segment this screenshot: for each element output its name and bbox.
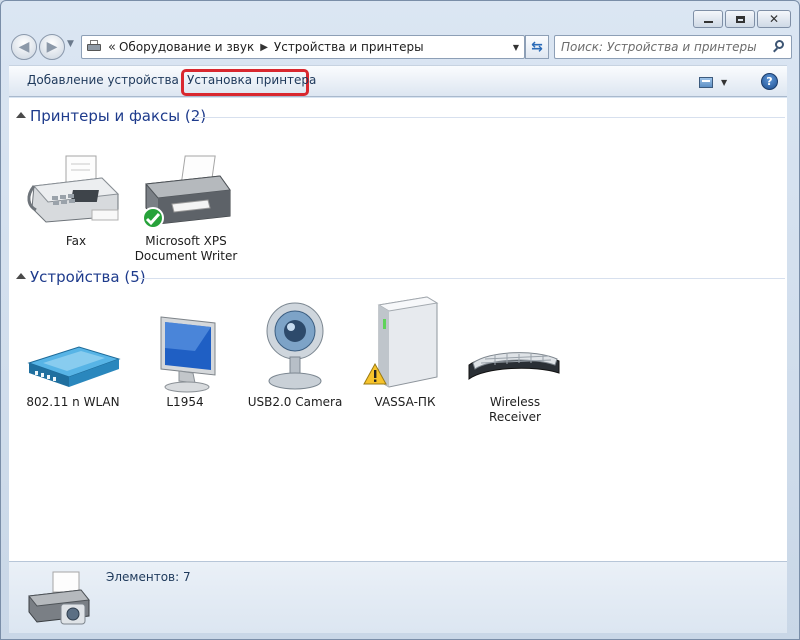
back-button[interactable]: ◀ <box>11 34 37 60</box>
add-printer-button[interactable]: Установка принтера <box>187 73 316 87</box>
fax-icon <box>26 150 126 234</box>
view-dropdown-icon[interactable]: ▼ <box>721 78 727 87</box>
maximize-icon <box>735 15 745 23</box>
devices-and-printers-icon <box>25 568 91 628</box>
router-icon <box>23 311 123 395</box>
group-title: Принтеры и факсы (2) <box>30 107 207 125</box>
device-item-vassa-pc[interactable]: VASSA-ПК <box>353 293 457 410</box>
breadcrumb-devices-and-printers[interactable]: Устройства и принтеры <box>274 40 424 54</box>
forward-button[interactable]: ▶ <box>39 34 65 60</box>
group-divider <box>194 117 785 118</box>
group-header-devices[interactable]: Устройства (5) <box>9 268 787 288</box>
device-label: VASSA-ПК <box>374 395 436 409</box>
device-item-802-11n-wlan[interactable]: 802.11 n WLAN <box>21 311 125 410</box>
minimize-icon <box>703 21 713 23</box>
search-box[interactable] <box>554 35 792 59</box>
device-item-fax[interactable]: Fax <box>24 150 128 249</box>
recent-pages-dropdown[interactable]: ▼ <box>67 39 74 49</box>
device-label: L1954 <box>166 395 204 409</box>
navigation-bar: ◀ ▶ ▼ « Оборудование и звук ▶ Устройства… <box>9 33 792 61</box>
command-bar: Добавление устройства Установка принтера… <box>9 65 787 97</box>
help-button[interactable]: ? <box>761 73 778 90</box>
device-label: 802.11 n WLAN <box>26 395 120 409</box>
device-item-usb2-camera[interactable]: USB2.0 Camera <box>243 293 347 410</box>
default-checkmark-icon <box>145 213 161 226</box>
items-count: Элементов: 7 <box>106 570 191 584</box>
arrow-left-icon: ◀ <box>18 39 30 55</box>
details-pane: Элементов: 7 <box>9 561 787 633</box>
address-history-dropdown[interactable]: ▼ <box>508 36 524 58</box>
device-label: Wireless Receiver <box>489 395 541 424</box>
collapse-arrow-icon[interactable] <box>16 112 26 118</box>
group-title: Устройства (5) <box>30 268 146 286</box>
group-divider <box>139 278 785 279</box>
refresh-button[interactable]: ⇆ <box>525 35 549 59</box>
breadcrumb-hardware-and-sound[interactable]: Оборудование и звук <box>119 40 254 54</box>
printer-icon <box>136 150 236 234</box>
address-bar[interactable]: « Оборудование и звук ▶ Устройства и при… <box>81 35 525 59</box>
view-icon <box>699 76 713 88</box>
change-view-button[interactable]: ▼ <box>699 74 729 90</box>
search-icon[interactable] <box>772 40 786 54</box>
device-label-line1: Microsoft XPS <box>145 234 227 248</box>
webcam-icon <box>245 293 345 395</box>
minimize-button[interactable] <box>693 10 723 28</box>
arrow-right-icon: ▶ <box>46 39 58 55</box>
printer-folder-icon <box>86 40 102 54</box>
keyboard-icon <box>465 311 565 395</box>
add-device-button[interactable]: Добавление устройства <box>27 73 179 87</box>
collapse-arrow-icon[interactable] <box>16 273 26 279</box>
devices-content-pane[interactable]: Принтеры и факсы (2) Fax Microsoft XPS D… <box>9 98 787 561</box>
close-icon: ✕ <box>768 12 780 26</box>
close-button[interactable]: ✕ <box>757 10 791 28</box>
search-input[interactable] <box>561 40 769 54</box>
address-overflow-chevron[interactable]: « <box>108 40 116 55</box>
warning-icon <box>363 363 387 385</box>
help-icon: ? <box>766 75 773 88</box>
refresh-icon: ⇆ <box>531 39 543 55</box>
computer-icon <box>355 293 455 395</box>
window-controls: ✕ <box>693 10 791 28</box>
group-header-printers[interactable]: Принтеры и факсы (2) <box>9 107 787 127</box>
device-label-line2: Document Writer <box>134 249 238 263</box>
maximize-button[interactable] <box>725 10 755 28</box>
monitor-icon <box>135 311 235 395</box>
device-item-microsoft-xps-document-writer[interactable]: Microsoft XPS Document Writer <box>134 150 238 264</box>
device-label: Fax <box>65 234 87 248</box>
device-item-wireless-receiver[interactable]: Wireless Receiver <box>463 311 567 425</box>
device-item-l1954[interactable]: L1954 <box>133 311 237 410</box>
breadcrumb-separator-icon[interactable]: ▶ <box>260 42 268 53</box>
device-label: USB2.0 Camera <box>247 395 343 409</box>
devices-and-printers-window: ✕ ◀ ▶ ▼ « Оборудование и звук ▶ Устройст… <box>0 0 800 640</box>
